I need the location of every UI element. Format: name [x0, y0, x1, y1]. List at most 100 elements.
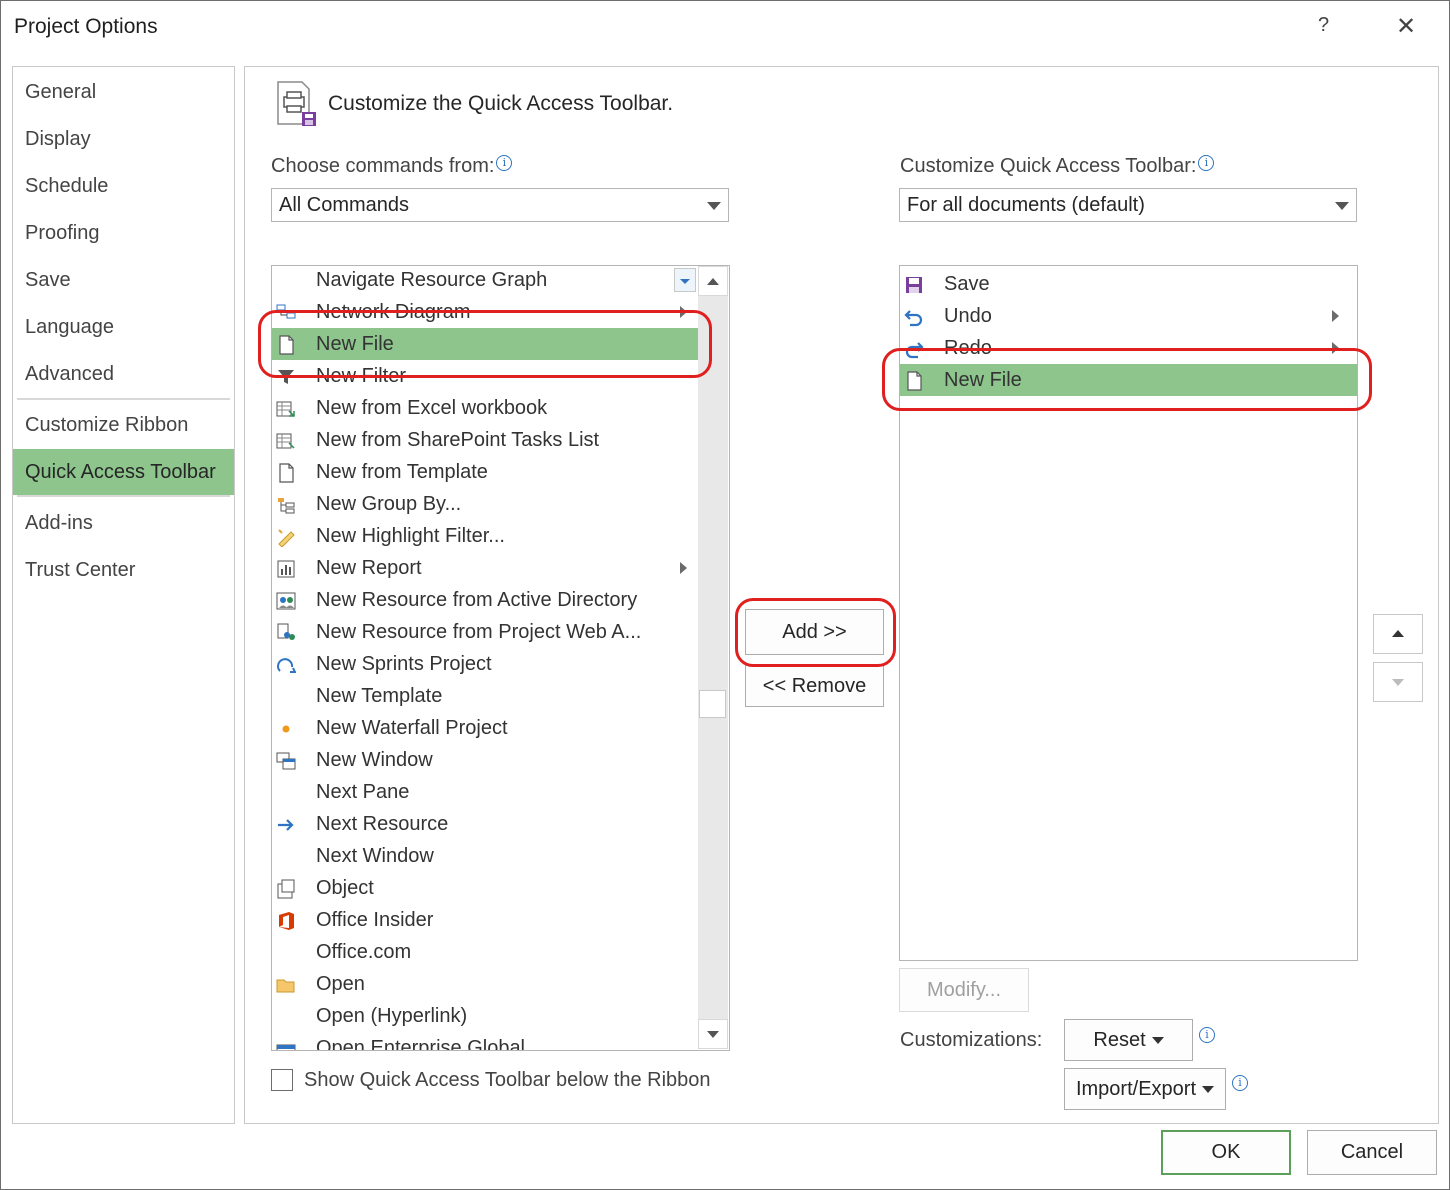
nav-item-add-ins[interactable]: Add-ins	[13, 500, 234, 546]
ok-button[interactable]: OK	[1161, 1130, 1291, 1175]
nav-separator	[17, 495, 230, 497]
enterprise-icon	[276, 1044, 296, 1050]
quick-dropdown-icon[interactable]	[674, 268, 696, 292]
chevron-down-icon	[707, 202, 721, 210]
undo-icon	[904, 310, 923, 327]
list-item-label: Next Pane	[316, 781, 410, 803]
choose-commands-value: All Commands	[279, 194, 410, 216]
close-button[interactable]: ✕	[1396, 12, 1416, 41]
list-item[interactable]: Next Pane	[272, 776, 700, 808]
nav-item-customize-ribbon[interactable]: Customize Ribbon	[13, 402, 234, 448]
list-item[interactable]: Open Enterprise Global	[272, 1032, 700, 1050]
list-item-label: Open (Hyperlink)	[316, 1005, 468, 1027]
list-item-label: New Report	[316, 557, 422, 579]
list-item[interactable]: Office Insider	[272, 904, 700, 936]
list-item[interactable]: Navigate Resource Graph	[272, 266, 700, 296]
list-item[interactable]: New from SharePoint Tasks List	[272, 424, 700, 456]
chevron-right-icon	[1332, 310, 1339, 322]
list-item-label: New Sprints Project	[316, 653, 492, 675]
list-item-label: Undo	[944, 305, 992, 327]
office-logo-icon	[279, 912, 294, 930]
object-icon	[277, 879, 295, 899]
list-item-label: Save	[944, 273, 990, 295]
list-item[interactable]: New from Excel workbook	[272, 392, 700, 424]
list-item-label: New Waterfall Project	[316, 717, 508, 739]
import-export-button-label: Import/Export	[1075, 1078, 1197, 1100]
chevron-down-icon	[1335, 202, 1349, 210]
commands-list[interactable]: Navigate Resource Graph Network Diagram Ne…	[271, 265, 730, 1051]
report-icon	[277, 560, 295, 578]
list-item[interactable]: New Report	[272, 552, 700, 584]
reset-button-label: Reset	[1093, 1029, 1146, 1051]
list-item[interactable]: New Resource from Active Directory	[272, 584, 700, 616]
sharepoint-tasks-icon	[276, 433, 295, 449]
list-item-label: New Template	[316, 685, 443, 707]
move-down-button[interactable]	[1373, 662, 1423, 702]
dialog-title: Project Options	[14, 15, 158, 38]
triangle-up-icon	[1392, 630, 1404, 637]
reset-button[interactable]: Reset	[1064, 1019, 1193, 1061]
list-item-label: Office.com	[316, 941, 412, 963]
nav-item-schedule[interactable]: Schedule	[13, 163, 234, 209]
list-item[interactable]: New Group By...	[272, 488, 700, 520]
new-window-icon	[276, 752, 296, 770]
chevron-down-icon	[1202, 1086, 1215, 1094]
list-item[interactable]: Next Window	[272, 840, 700, 872]
list-item[interactable]: Save	[900, 268, 1357, 300]
nav-item-proofing[interactable]: Proofing	[13, 210, 234, 256]
scroll-up-button[interactable]	[698, 266, 728, 296]
folder-icon	[276, 979, 295, 993]
scroll-down-button[interactable]	[698, 1019, 728, 1049]
active-directory-icon	[276, 592, 296, 610]
list-item-label: New from SharePoint Tasks List	[316, 429, 600, 451]
remove-button[interactable]: << Remove	[745, 665, 884, 707]
list-item[interactable]: Object	[272, 872, 700, 904]
list-item[interactable]: New Template	[272, 680, 700, 712]
commands-scrollbar[interactable]	[698, 266, 728, 1049]
customizations-label: Customizations:	[900, 1029, 1043, 1051]
list-item[interactable]: New Resource from Project Web A...	[272, 616, 700, 648]
cancel-button[interactable]: Cancel	[1307, 1130, 1437, 1175]
list-item[interactable]: Office.com	[272, 936, 700, 968]
options-nav: General Display Schedule Proofing Save L…	[12, 66, 235, 1124]
info-icon[interactable]: i	[1232, 1075, 1248, 1091]
list-item[interactable]: Open	[272, 968, 700, 1000]
modify-button[interactable]: Modify...	[899, 968, 1029, 1012]
list-item[interactable]: Open (Hyperlink)	[272, 1000, 700, 1032]
list-item-label: Navigate Resource Graph	[316, 269, 548, 291]
nav-item-trust-center[interactable]: Trust Center	[13, 547, 234, 593]
info-icon[interactable]: i	[1198, 155, 1215, 171]
nav-item-save[interactable]: Save	[13, 257, 234, 303]
list-item[interactable]: Next Resource	[272, 808, 700, 840]
nav-item-display[interactable]: Display	[13, 116, 234, 162]
list-item-label: Object	[316, 877, 374, 899]
list-item[interactable]: New Window	[272, 744, 700, 776]
quick-access-toolbar-icon	[277, 81, 316, 126]
list-item[interactable]: New Sprints Project	[272, 648, 700, 680]
list-item-label: New Group By...	[316, 493, 462, 515]
info-icon[interactable]: i	[1199, 1027, 1215, 1043]
info-icon[interactable]: i	[496, 155, 513, 171]
nav-item-advanced[interactable]: Advanced	[13, 351, 234, 397]
import-export-button[interactable]: Import/Export	[1064, 1068, 1226, 1110]
nav-separator	[17, 398, 230, 400]
list-item[interactable]: New Highlight Filter...	[272, 520, 700, 552]
list-item[interactable]: New Waterfall Project	[272, 712, 700, 744]
list-item[interactable]: Undo	[900, 300, 1357, 332]
scroll-thumb[interactable]	[699, 690, 726, 718]
nav-item-language[interactable]: Language	[13, 304, 234, 350]
nav-item-quick-access-toolbar[interactable]: Quick Access Toolbar	[13, 449, 234, 495]
highlight-icon	[278, 529, 295, 547]
customize-toolbar-label-text: Customize Quick Access Toolbar:	[900, 155, 1197, 177]
help-button[interactable]: ?	[1318, 14, 1329, 37]
sprints-icon	[277, 658, 296, 673]
project-web-icon	[277, 623, 295, 640]
show-below-ribbon-checkbox[interactable]	[271, 1069, 293, 1091]
customize-toolbar-dropdown[interactable]: For all documents (default)	[899, 188, 1357, 222]
list-item-label: Office Insider	[316, 909, 434, 931]
choose-commands-dropdown[interactable]: All Commands	[271, 188, 729, 222]
nav-item-general[interactable]: General	[13, 69, 234, 115]
chevron-right-icon	[680, 562, 687, 574]
list-item[interactable]: New from Template	[272, 456, 700, 488]
move-up-button[interactable]	[1373, 614, 1423, 654]
